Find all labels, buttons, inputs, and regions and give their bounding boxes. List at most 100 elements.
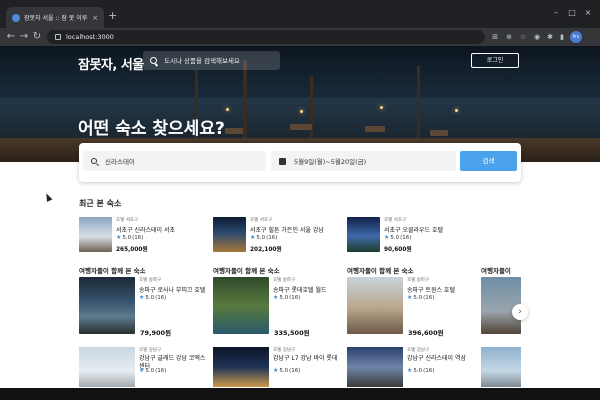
login-button[interactable]: 로그인	[471, 53, 519, 68]
bottom-edge	[0, 388, 600, 400]
hotel-card[interactable]: 호텔 강남구 강남구 L7 강남 바이 롯데 ★ 5.0 (16)	[213, 347, 343, 387]
back-icon[interactable]: ←	[4, 30, 18, 44]
recent-hotel-card[interactable]: 호텔 서초구 서초구 신라스테이 서초 ★ 5.0 (16) 265,000원	[79, 217, 209, 257]
hotel-rating: ★ 5.0 (16)	[407, 294, 434, 301]
app-frame: 잠못자 서울 :: 잠 못 이루는 밤 × + – □ × ← → ↻ loca…	[0, 0, 600, 400]
header-search-box[interactable]	[143, 51, 280, 70]
rating-value: 5.0	[279, 294, 289, 301]
destination-field[interactable]: 신라스테이	[83, 151, 266, 171]
page-headline: 어떤 숙소 찾으세요?	[78, 119, 225, 139]
minimize-icon[interactable]: –	[552, 9, 560, 17]
hotel-rating: ★ 5.0 (16)	[139, 367, 166, 374]
hotel-thumbnail	[213, 277, 269, 334]
favicon-icon	[12, 13, 20, 22]
new-tab-button[interactable]: +	[108, 10, 117, 21]
accommodation-search-card: 신라스테이 5월9일(월)~5월20일(금) 검색	[79, 143, 521, 182]
star-icon: ★	[407, 367, 413, 374]
together-section-title: 여행자들이 함께 본 숙소	[213, 267, 280, 275]
search-button[interactable]: 검색	[460, 151, 517, 171]
star-icon: ★	[407, 294, 413, 301]
hotel-rating: ★ 5.0 (16)	[250, 234, 277, 241]
bookmark-star-icon[interactable]: ☆	[518, 32, 528, 42]
star-icon: ★	[139, 294, 145, 301]
header-search-input[interactable]	[164, 56, 274, 65]
hotel-price: 335,500원	[274, 329, 310, 337]
hotel-category: 호텔 송파구	[273, 278, 296, 283]
hotel-category: 호텔 서초구	[250, 218, 273, 223]
star-icon: ★	[139, 367, 145, 374]
hotel-thumbnail	[213, 217, 246, 252]
hotel-price: 396,600원	[408, 329, 444, 337]
hotel-thumbnail	[79, 347, 135, 387]
star-icon: ★	[116, 234, 122, 241]
hotel-thumbnail-partial[interactable]	[481, 347, 521, 387]
hotel-thumbnail	[347, 347, 403, 387]
rating-value: 5.0	[413, 367, 423, 374]
profile-avatar[interactable]: Pro	[570, 31, 582, 43]
together-hotel-card[interactable]: 호텔 송파구 송파구 롯데호텔 월드 ★ 5.0 (16) 335,500원	[213, 277, 343, 352]
hotel-price: 79,900원	[140, 329, 172, 337]
site-logo[interactable]: 잠못자, 서울	[78, 54, 144, 73]
side-panel-icon[interactable]: ▮	[557, 32, 567, 42]
review-count: (16)	[132, 234, 144, 241]
hero-lamp-image	[455, 109, 458, 112]
star-icon: ★	[250, 234, 256, 241]
review-count: (16)	[423, 367, 435, 374]
hotel-name: 강남구 신라스테이 역삼	[407, 355, 467, 362]
reload-icon[interactable]: ↻	[30, 30, 44, 44]
rating-value: 5.0	[145, 367, 155, 374]
together-hotel-card[interactable]: 호텔 송파구 송파구 로사나 부띠끄 호텔 ★ 5.0 (16) 79,900원	[79, 277, 209, 352]
translate-icon[interactable]: ⊞	[490, 32, 500, 42]
rating-value: 5.0	[390, 234, 400, 241]
hotel-name: 송파구 트윈스 호텔	[407, 287, 455, 294]
hotel-name: 서초구 힐튼 가든인 서울 강남	[250, 227, 324, 234]
hotel-price: 90,600원	[384, 247, 412, 253]
hero-chair-image	[365, 126, 385, 132]
window-close-icon[interactable]: ×	[584, 9, 592, 17]
hotel-thumbnail	[347, 217, 380, 252]
hotel-name: 강남구 L7 강남 바이 롯데	[273, 355, 338, 362]
hotel-rating: ★ 5.0 (16)	[384, 234, 411, 241]
rating-value: 5.0	[413, 294, 423, 301]
browser-tab-bar: 잠못자 서울 :: 잠 못 이루는 밤 × + – □ ×	[0, 0, 600, 28]
hotel-price: 265,000원	[116, 247, 148, 253]
date-range-field[interactable]: 5월9일(월)~5월20일(금)	[271, 151, 456, 171]
hero-lamp-image	[226, 108, 229, 111]
together-section-title: 여행자들이 함께 본 숙소	[347, 267, 414, 275]
install-icon[interactable]: ⊕	[504, 32, 514, 42]
hotel-thumbnail	[347, 277, 403, 334]
maximize-icon[interactable]: □	[568, 9, 576, 17]
hero-lamp-image	[380, 106, 383, 109]
browser-tab[interactable]: 잠못자 서울 :: 잠 못 이루는 밤 ×	[6, 7, 104, 28]
carousel-next-button[interactable]: ›	[512, 304, 528, 320]
hero-palm-image	[417, 66, 420, 138]
hero-lamp-image	[300, 110, 303, 113]
recent-hotel-card[interactable]: 호텔 서초구 서초구 오클라우드 호텔 ★ 5.0 (16) 90,600원	[347, 217, 477, 257]
hotel-name: 서초구 신라스테이 서초	[116, 227, 176, 234]
recent-section-title: 최근 본 숙소	[79, 199, 122, 208]
search-icon	[91, 158, 97, 164]
hotel-card[interactable]: 호텔 강남구 강남구 신라스테이 역삼 ★ 5.0 (16)	[347, 347, 477, 387]
hero-chair-image	[430, 130, 448, 136]
hotel-thumbnail	[79, 217, 112, 252]
hotel-category: 호텔 강남구	[407, 348, 430, 353]
date-range-value: 5월9일(월)~5월20일(금)	[294, 158, 367, 166]
extensions-puzzle-icon[interactable]: ✱	[545, 32, 555, 42]
hotel-category: 호텔 강남구	[139, 348, 162, 353]
hotel-card[interactable]: 호텔 강남구 강남구 글래드 강남 코엑스 센터 ★ 5.0 (16)	[79, 347, 209, 387]
site-info-icon[interactable]	[55, 34, 61, 40]
browser-toolbar: ← → ↻ localhost:3000 ⊞ ⊕ ☆ ◉ ✱ ▮ Pro	[0, 28, 600, 46]
hotel-category: 호텔 강남구	[273, 348, 296, 353]
destination-value: 신라스테이	[105, 158, 135, 166]
star-icon: ★	[273, 294, 279, 301]
recent-hotel-card[interactable]: 호텔 서초구 서초구 힐튼 가든인 서울 강남 ★ 5.0 (16) 202,1…	[213, 217, 343, 257]
tab-title: 잠못자 서울 :: 잠 못 이루는 밤	[24, 15, 88, 22]
together-hotel-card[interactable]: 호텔 송파구 송파구 트윈스 호텔 ★ 5.0 (16) 396,600원	[347, 277, 477, 352]
address-bar[interactable]: localhost:3000	[47, 30, 485, 44]
hotel-category: 호텔 송파구	[139, 278, 162, 283]
extension-color-icon[interactable]: ◉	[532, 32, 542, 42]
forward-icon[interactable]: →	[17, 30, 31, 44]
tab-close-icon[interactable]: ×	[92, 14, 98, 22]
rating-value: 5.0	[122, 234, 132, 241]
rating-value: 5.0	[256, 234, 266, 241]
